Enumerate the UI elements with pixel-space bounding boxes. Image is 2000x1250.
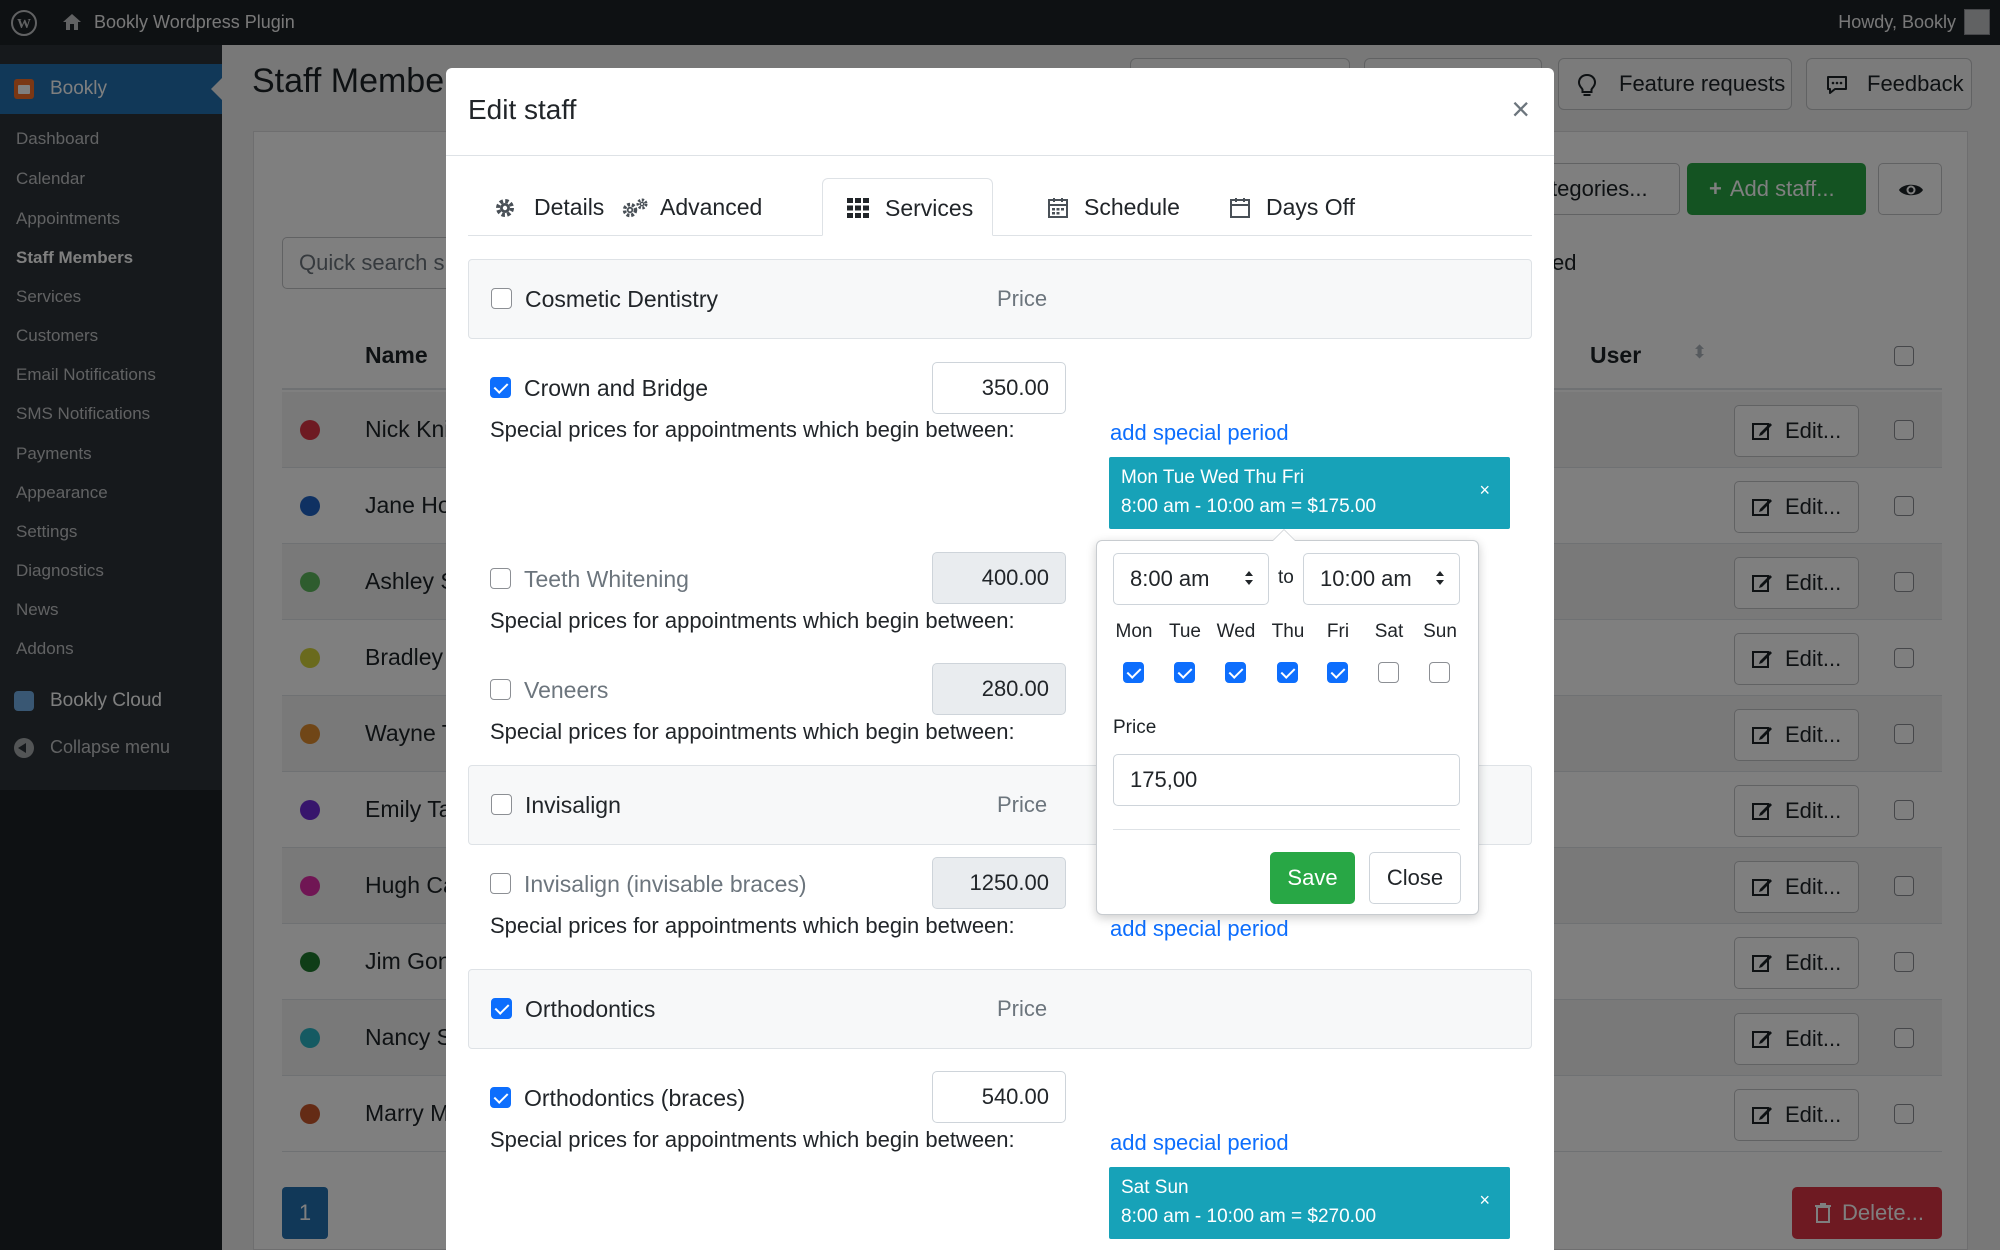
day-label-tue: Tue (1168, 621, 1202, 642)
modal-title: Edit staff (468, 94, 577, 125)
tab-services[interactable]: Services (822, 178, 993, 236)
gears-icon (622, 198, 648, 218)
tab-details-label: Details (534, 194, 605, 220)
close-button[interactable]: Close (1369, 852, 1461, 904)
close-icon[interactable]: × (1511, 92, 1530, 126)
service-price-input[interactable]: 540.00 (932, 1071, 1066, 1123)
day-checkbox-thu[interactable] (1277, 662, 1298, 683)
end-time-select[interactable]: 10:00 am (1303, 553, 1460, 605)
category-row: Orthodontics Price (468, 969, 1532, 1049)
service-name: Crown and Bridge (524, 375, 709, 401)
tab-days-off[interactable]: Days Off (1210, 178, 1370, 236)
add-special-period-link[interactable]: add special period (1110, 916, 1289, 942)
service-checkbox[interactable] (490, 377, 511, 398)
tab-days-off-label: Days Off (1266, 194, 1356, 220)
remove-period-icon[interactable]: × (1479, 1190, 1490, 1211)
special-period-range: 8:00 am - 10:00 am = $175.00 (1121, 496, 1377, 517)
tab-schedule[interactable]: Schedule (1028, 178, 1186, 236)
select-caret-icon (1245, 571, 1253, 585)
special-period-days: Mon Tue Wed Thu Fri (1121, 467, 1305, 488)
price-column-label: Price (997, 792, 1048, 817)
start-time-select[interactable]: 8:00 am (1113, 553, 1269, 605)
tab-details[interactable]: Details (468, 178, 616, 236)
calendar-icon (1048, 198, 1068, 218)
day-label-sat: Sat (1374, 621, 1404, 642)
special-prices-label: Special prices for appointments which be… (490, 1127, 1015, 1152)
service-name: Teeth Whitening (524, 566, 689, 592)
day-label-thu: Thu (1271, 621, 1305, 642)
service-price-input[interactable]: 400.00 (932, 552, 1066, 604)
tab-advanced-label: Advanced (660, 194, 763, 220)
service-price-input[interactable]: 280.00 (932, 663, 1066, 715)
category-name: Invisalign (525, 792, 621, 818)
modal-header: Edit staff × (446, 68, 1554, 156)
category-checkbox[interactable] (491, 288, 512, 309)
price-column-label: Price (997, 286, 1048, 311)
special-price-input[interactable]: 175,00 (1113, 754, 1460, 806)
end-time-value: 10:00 am (1320, 566, 1412, 591)
modal-tabs: Details Advanced Services Schedule Days … (468, 178, 1532, 236)
add-special-period-link[interactable]: add special period (1110, 420, 1289, 446)
start-time-value: 8:00 am (1130, 566, 1210, 591)
service-checkbox[interactable] (490, 568, 511, 589)
special-period-range: 8:00 am - 10:00 am = $270.00 (1121, 1206, 1377, 1227)
category-name: Cosmetic Dentistry (525, 286, 718, 312)
divider (1113, 829, 1460, 830)
category-row: Cosmetic Dentistry Price (468, 259, 1532, 339)
day-label-mon: Mon (1115, 621, 1153, 642)
popover-arrow (1272, 529, 1296, 541)
special-period-badge[interactable]: Sat Sun 8:00 am - 10:00 am = $270.00 × (1109, 1167, 1510, 1239)
day-label-sun: Sun (1423, 621, 1457, 642)
service-checkbox[interactable] (490, 873, 511, 894)
tab-schedule-label: Schedule (1084, 194, 1180, 220)
day-label-fri: Fri (1326, 621, 1350, 642)
service-name: Orthodontics (braces) (524, 1085, 746, 1111)
add-special-period-link[interactable]: add special period (1110, 1130, 1289, 1156)
day-checkbox-tue[interactable] (1174, 662, 1195, 683)
day-checkbox-sun[interactable] (1429, 662, 1450, 683)
special-price-label: Price (1113, 717, 1157, 738)
price-column-label: Price (997, 996, 1048, 1021)
special-prices-label: Special prices for appointments which be… (490, 719, 1015, 744)
service-name: Invisalign (invisable braces) (524, 871, 807, 897)
select-caret-icon (1436, 571, 1444, 585)
day-checkbox-fri[interactable] (1327, 662, 1348, 683)
service-name: Veneers (524, 677, 609, 703)
category-name: Orthodontics (525, 996, 656, 1022)
save-button[interactable]: Save (1270, 852, 1355, 904)
special-period-popover: 8:00 am to 10:00 am Mon Tue Wed Thu Fri … (1096, 529, 1479, 915)
special-period-badge[interactable]: Mon Tue Wed Thu Fri 8:00 am - 10:00 am =… (1109, 457, 1510, 529)
day-label-wed: Wed (1216, 621, 1256, 642)
special-prices-label: Special prices for appointments which be… (490, 417, 1015, 442)
calendar-blank-icon (1230, 198, 1250, 218)
service-price-input[interactable]: 1250.00 (932, 857, 1066, 909)
service-price-input[interactable]: 350.00 (932, 362, 1066, 414)
service-checkbox[interactable] (490, 679, 511, 700)
special-prices-label: Special prices for appointments which be… (490, 913, 1015, 938)
day-checkbox-mon[interactable] (1123, 662, 1144, 683)
category-checkbox[interactable] (491, 998, 512, 1019)
remove-period-icon[interactable]: × (1479, 480, 1490, 501)
special-period-days: Sat Sun (1121, 1177, 1189, 1198)
gear-icon (496, 199, 514, 217)
special-prices-label: Special prices for appointments which be… (490, 608, 1015, 633)
tab-services-label: Services (885, 195, 974, 221)
day-checkbox-wed[interactable] (1225, 662, 1246, 683)
grid-icon (847, 198, 869, 218)
category-checkbox[interactable] (491, 794, 512, 815)
day-checkbox-sat[interactable] (1378, 662, 1399, 683)
tab-advanced[interactable]: Advanced (608, 178, 778, 236)
time-separator-label: to (1278, 567, 1294, 588)
service-checkbox[interactable] (490, 1087, 511, 1108)
